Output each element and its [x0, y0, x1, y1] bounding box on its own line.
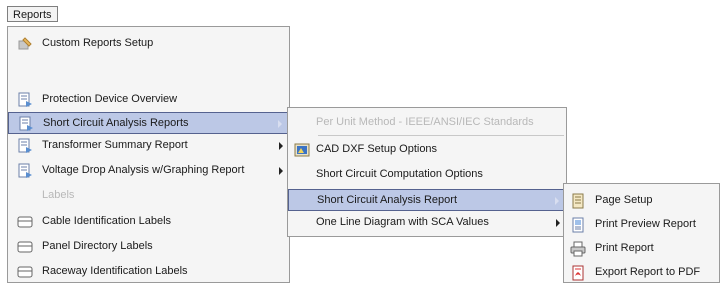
- label-icon: [17, 266, 33, 278]
- pdf-icon: [572, 265, 584, 281]
- cad-icon: [294, 143, 310, 157]
- menu-item-one-line-diagram-sca[interactable]: One Line Diagram with SCA Values: [288, 212, 566, 234]
- menu-item-custom-reports-setup[interactable]: Custom Reports Setup: [8, 33, 289, 55]
- menu-item-per-unit-method: Per Unit Method - IEEE/ANSI/IEC Standard…: [288, 112, 566, 134]
- menu-item-label: Per Unit Method - IEEE/ANSI/IEC Standard…: [316, 116, 534, 128]
- menu-group-header-labels: Labels: [8, 185, 289, 207]
- report-icon: [18, 163, 32, 178]
- page-setup-icon: [572, 193, 584, 209]
- menu-item-label: Transformer Summary Report: [42, 139, 188, 151]
- submenu-arrow-icon: [279, 167, 283, 175]
- menu-item-label: Short Circuit Computation Options: [316, 168, 483, 180]
- custom-reports-icon: [18, 37, 32, 50]
- menu-item-label: Short Circuit Analysis Reports: [43, 117, 189, 129]
- menu-item-label: Raceway Identification Labels: [42, 265, 188, 277]
- label-icon: [17, 241, 33, 253]
- menu-item-label: Export Report to PDF: [595, 266, 701, 278]
- menu-item-cable-identification-labels[interactable]: Cable Identification Labels: [8, 211, 289, 233]
- menu-item-panel-directory-labels[interactable]: Panel Directory Labels: [8, 236, 289, 258]
- report-icon: [18, 138, 32, 153]
- menu-item-label: Panel Directory Labels: [42, 240, 153, 252]
- menu-item-label: Protection Device Overview: [42, 93, 178, 105]
- reports-menu-button[interactable]: Reports: [7, 6, 58, 22]
- menu-bar: Reports: [0, 0, 720, 26]
- menu-item-page-setup[interactable]: Page Setup: [564, 190, 719, 212]
- menu-item-label: One Line Diagram with SCA Values: [316, 216, 489, 228]
- submenu-arrow-icon: [279, 142, 283, 150]
- menu-group-label: Labels: [42, 189, 75, 201]
- menu-item-label: Page Setup: [595, 194, 653, 206]
- submenu-arrow-icon: [555, 197, 559, 205]
- short-circuit-analysis-submenu: Per Unit Method - IEEE/ANSI/IEC Standard…: [287, 107, 567, 237]
- menu-item-print-report[interactable]: Print Report: [564, 238, 719, 260]
- menu-item-voltage-drop-analysis[interactable]: Voltage Drop Analysis w/Graphing Report: [8, 160, 289, 182]
- printer-icon: [570, 241, 586, 257]
- menu-item-short-circuit-computation-options[interactable]: Short Circuit Computation Options: [288, 164, 566, 186]
- menu-item-transformer-summary-report[interactable]: Transformer Summary Report: [8, 135, 289, 157]
- menu-item-raceway-identification-labels[interactable]: Raceway Identification Labels: [8, 261, 289, 283]
- menu-item-short-circuit-analysis-report[interactable]: Short Circuit Analysis Report: [288, 189, 566, 211]
- menu-item-label: CAD DXF Setup Options: [316, 143, 438, 155]
- menu-item-label: Custom Reports Setup: [42, 37, 154, 49]
- menu-item-label: Print Report: [595, 242, 654, 254]
- menu-item-cad-dxf-setup-options[interactable]: CAD DXF Setup Options: [288, 139, 566, 161]
- menu-item-print-preview-report[interactable]: Print Preview Report: [564, 214, 719, 236]
- report-icon: [19, 116, 33, 131]
- menu-item-export-report-to-pdf[interactable]: Export Report to PDF: [564, 262, 719, 284]
- reports-menu: Custom Reports Setup Protection Device O…: [7, 26, 290, 283]
- menu-item-label: Print Preview Report: [595, 218, 696, 230]
- menu-separator: [318, 135, 564, 136]
- label-icon: [17, 216, 33, 228]
- print-preview-icon: [572, 217, 584, 233]
- menu-item-label: Short Circuit Analysis Report: [317, 194, 457, 206]
- menu-item-protection-device-overview[interactable]: Protection Device Overview: [8, 89, 289, 111]
- submenu-arrow-icon: [556, 219, 560, 227]
- menu-item-label: Cable Identification Labels: [42, 215, 172, 227]
- report-actions-submenu: Page Setup Print Preview Report Print Re…: [563, 183, 720, 283]
- menu-item-short-circuit-analysis-reports[interactable]: Short Circuit Analysis Reports: [8, 112, 289, 134]
- report-icon: [18, 92, 32, 107]
- menu-item-label: Voltage Drop Analysis w/Graphing Report: [42, 164, 245, 176]
- submenu-arrow-icon: [278, 120, 282, 128]
